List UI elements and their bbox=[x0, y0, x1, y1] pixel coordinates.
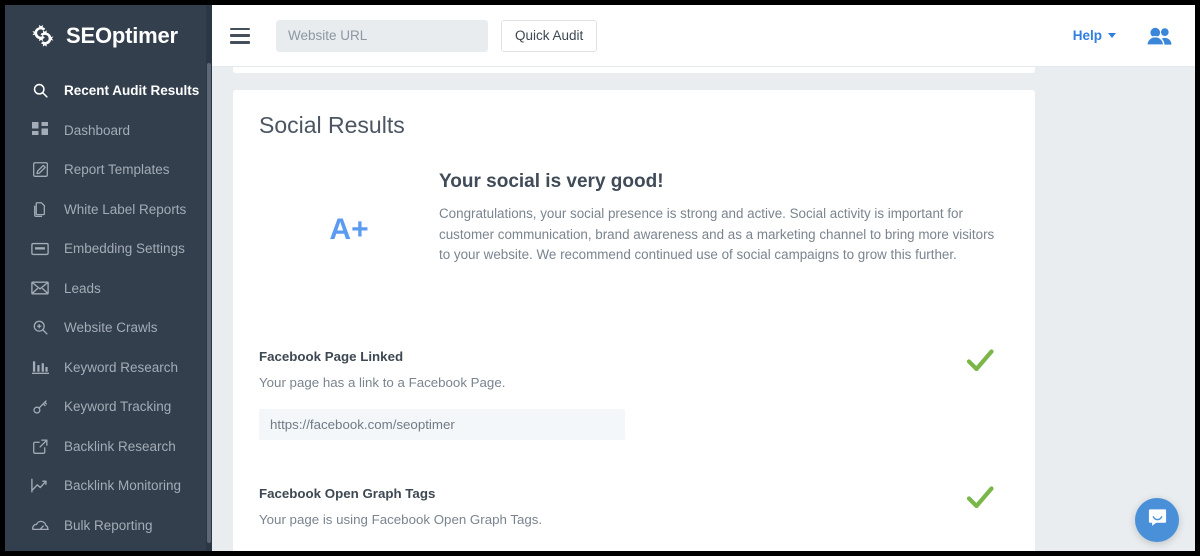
gear-logo-icon bbox=[29, 22, 57, 50]
bar-chart-icon bbox=[30, 357, 50, 377]
header-actions: Help bbox=[1073, 26, 1195, 46]
quick-audit-button[interactable]: Quick Audit bbox=[501, 20, 597, 52]
key-icon bbox=[30, 397, 50, 417]
sidebar-item-label: Bulk Reporting bbox=[64, 518, 153, 533]
page-title: Social Results bbox=[259, 90, 1009, 139]
line-chart-icon bbox=[30, 476, 50, 496]
social-results-card: Social Results A+ Your social is very go… bbox=[233, 90, 1035, 551]
chat-bubble-icon bbox=[1147, 507, 1168, 533]
sidebar-item-label: Dashboard bbox=[64, 123, 130, 138]
hamburger-icon[interactable] bbox=[230, 28, 250, 44]
check-value-facebook-url: https://facebook.com/seoptimer bbox=[259, 409, 625, 440]
copy-files-icon bbox=[30, 199, 50, 219]
search-input[interactable] bbox=[276, 20, 488, 52]
app-window: SEOptimer Recent Audit Results bbox=[5, 5, 1195, 551]
check-item-facebook-open-graph-tags: Facebook Open Graph Tags Your page is us… bbox=[259, 486, 1009, 527]
search-icon bbox=[30, 81, 50, 101]
sidebar-item-label: White Label Reports bbox=[64, 202, 186, 217]
help-menu[interactable]: Help bbox=[1073, 28, 1116, 43]
users-icon[interactable] bbox=[1146, 26, 1173, 46]
sidebar-item-label: Recent Audit Results bbox=[64, 83, 199, 98]
cloud-gauge-icon bbox=[30, 515, 50, 535]
sidebar-item-label: Backlink Research bbox=[64, 439, 176, 454]
sidebar-item-dashboard[interactable]: Dashboard bbox=[5, 111, 212, 151]
sidebar: SEOptimer Recent Audit Results bbox=[5, 5, 212, 551]
sidebar-item-bulk-reporting[interactable]: Bulk Reporting bbox=[5, 506, 212, 546]
sidebar-item-keyword-tracking[interactable]: Keyword Tracking bbox=[5, 387, 212, 427]
check-title: Facebook Open Graph Tags bbox=[259, 486, 1009, 501]
grade-description: Congratulations, your social presence is… bbox=[439, 204, 1009, 266]
sidebar-item-label: Embedding Settings bbox=[64, 241, 185, 256]
grade-badge: A+ bbox=[259, 169, 439, 266]
sidebar-item-label: Backlink Monitoring bbox=[64, 478, 181, 493]
sidebar-item-embedding-settings[interactable]: Embedding Settings bbox=[5, 229, 212, 269]
grade-details: Your social is very good! Congratulation… bbox=[439, 169, 1009, 266]
external-link-icon bbox=[30, 436, 50, 456]
chevron-down-icon bbox=[1108, 33, 1116, 38]
sidebar-item-backlink-research[interactable]: Backlink Research bbox=[5, 427, 212, 467]
check-description: Your page is using Facebook Open Graph T… bbox=[259, 512, 1009, 527]
status-badge-pass-icon bbox=[963, 480, 997, 514]
top-header: Quick Audit Help bbox=[212, 5, 1195, 67]
check-item-facebook-page-linked: Facebook Page Linked Your page has a lin… bbox=[259, 349, 1009, 440]
status-badge-pass-icon bbox=[963, 343, 997, 377]
grade-summary: A+ Your social is very good! Congratulat… bbox=[259, 169, 1009, 266]
sidebar-item-recent-audit-results[interactable]: Recent Audit Results bbox=[5, 71, 212, 111]
sidebar-item-label: Keyword Research bbox=[64, 360, 178, 375]
sidebar-item-website-crawls[interactable]: Website Crawls bbox=[5, 308, 212, 348]
main-content: Social Results A+ Your social is very go… bbox=[212, 67, 1195, 551]
intercom-chat-launcher[interactable] bbox=[1135, 498, 1179, 542]
sidebar-scrollbar-thumb[interactable] bbox=[207, 63, 211, 543]
sidebar-item-leads[interactable]: Leads bbox=[5, 269, 212, 309]
embed-box-icon bbox=[30, 239, 50, 259]
envelope-icon bbox=[30, 278, 50, 298]
grade-heading: Your social is very good! bbox=[439, 171, 1009, 193]
sidebar-item-backlink-monitoring[interactable]: Backlink Monitoring bbox=[5, 466, 212, 506]
previous-card-partial bbox=[233, 67, 1035, 73]
brand-logo[interactable]: SEOptimer bbox=[5, 5, 212, 67]
sidebar-item-label: Keyword Tracking bbox=[64, 399, 171, 414]
sidebar-item-report-templates[interactable]: Report Templates bbox=[5, 150, 212, 190]
pencil-square-icon bbox=[30, 160, 50, 180]
check-title: Facebook Page Linked bbox=[259, 349, 1009, 364]
search-plus-icon bbox=[30, 318, 50, 338]
help-label: Help bbox=[1073, 28, 1102, 43]
sidebar-item-label: Leads bbox=[64, 281, 101, 296]
brand-name: SEOptimer bbox=[66, 23, 178, 49]
dashboard-grid-icon bbox=[30, 120, 50, 140]
check-description: Your page has a link to a Facebook Page. bbox=[259, 375, 1009, 390]
sidebar-item-keyword-research[interactable]: Keyword Research bbox=[5, 348, 212, 388]
sidebar-item-label: Website Crawls bbox=[64, 320, 158, 335]
sidebar-nav: Recent Audit Results Dashboard bbox=[5, 67, 212, 545]
sidebar-item-white-label-reports[interactable]: White Label Reports bbox=[5, 190, 212, 230]
sidebar-item-label: Report Templates bbox=[64, 162, 170, 177]
